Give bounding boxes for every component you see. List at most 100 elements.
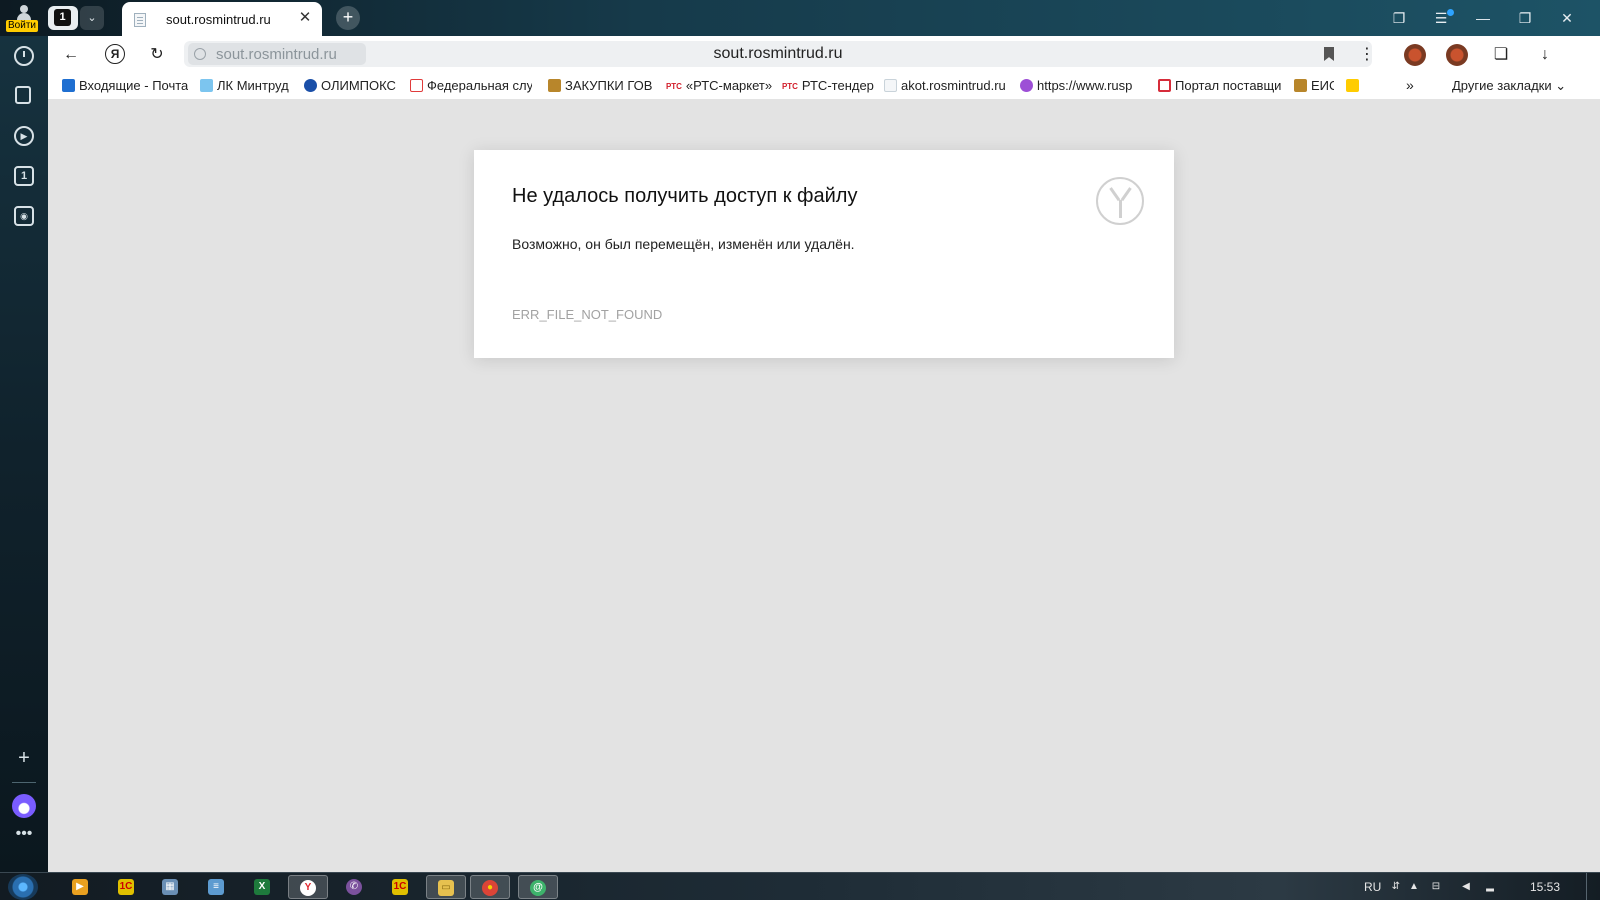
language-indicator[interactable]: RU <box>1364 880 1381 894</box>
olimpoks-icon <box>304 79 317 92</box>
keyboard-icon[interactable]: ⇵ <box>1390 881 1402 893</box>
bookmark-item[interactable]: ЛК Минтруд <box>200 78 296 96</box>
more-icon[interactable]: ••• <box>14 824 34 844</box>
page-icon <box>134 13 146 27</box>
browser-toolbar: ← Я ↻ sout.rosmintrud.ru sout.rosmintrud… <box>48 36 1600 72</box>
taskbar-app[interactable]: ▭ <box>426 875 466 899</box>
bookmark-item[interactable]: Федеральная слу <box>410 78 532 96</box>
federal-service-icon <box>410 79 423 92</box>
chrome-icon: ● <box>482 880 498 896</box>
more-bookmarks-icon[interactable]: » <box>1406 77 1414 93</box>
bookmarks-panel-icon[interactable]: ❐ <box>1386 8 1412 28</box>
close-icon[interactable]: ✕ <box>296 9 314 27</box>
volume-icon[interactable]: ◀ <box>1460 881 1472 893</box>
bookmark-item[interactable]: РТС РТС-тендер <box>782 78 874 96</box>
download-icon[interactable]: ↓ <box>1534 44 1556 66</box>
chevron-down-icon: ⌄ <box>1555 78 1567 93</box>
media-player-icon: ▶ <box>72 879 88 895</box>
yandex-browser-icon: Y <box>300 880 316 896</box>
add-panel-icon[interactable]: + <box>14 748 34 768</box>
page-icon <box>884 79 897 92</box>
rts-icon: РТС <box>666 82 682 91</box>
notepad-icon: ≡ <box>208 879 224 895</box>
other-bookmarks-button[interactable]: Другие закладки ⌄ <box>1452 78 1566 94</box>
login-button[interactable]: Войти <box>6 4 42 32</box>
active-tab[interactable]: sout.rosmintrud.ru ✕ <box>122 2 322 36</box>
tab-number-icon[interactable]: 1 <box>14 166 34 186</box>
show-hidden-icons-icon[interactable]: ▲ <box>1408 881 1420 893</box>
taskbar-app[interactable]: ▶ <box>60 875 100 899</box>
notification-dot <box>1447 9 1454 16</box>
taskbar-app-active[interactable]: Y <box>288 875 328 899</box>
taskbar-app[interactable]: 1С <box>106 875 146 899</box>
calculator-icon: ▦ <box>162 879 178 895</box>
error-card: Не удалось получить доступ к файлу Возмо… <box>474 150 1174 358</box>
new-tab-button[interactable]: + <box>336 6 360 30</box>
back-icon[interactable]: ← <box>60 44 82 66</box>
avatar-icon <box>17 4 31 20</box>
1c-enterprise-icon: 1С <box>392 879 408 895</box>
alice-assistant-icon[interactable] <box>12 794 36 818</box>
address-bar[interactable]: sout.rosmintrud.ru sout.rosmintrud.ru <box>184 41 1372 67</box>
bookmark-item[interactable]: Входящие - Почта <box>62 78 188 96</box>
portal-icon <box>1158 79 1171 92</box>
viber-icon: ✆ <box>346 879 362 895</box>
extension-icon[interactable] <box>1446 44 1468 66</box>
minimize-icon[interactable]: — <box>1470 8 1496 28</box>
taskbar-app[interactable]: ✆ <box>334 875 374 899</box>
error-code: ERR_FILE_NOT_FOUND <box>512 307 663 322</box>
taskbar-app[interactable]: 1С <box>380 875 420 899</box>
collections-icon[interactable] <box>15 86 31 104</box>
yandex-browser-logo-icon <box>1096 177 1144 225</box>
bookmark-item[interactable]: ЕИС <box>1294 78 1334 96</box>
error-title: Не удалось получить доступ к файлу <box>512 185 858 207</box>
restore-icon[interactable]: ❐ <box>1512 8 1538 28</box>
taskbar-app[interactable]: @ <box>518 875 558 899</box>
tab-title: sout.rosmintrud.ru <box>166 12 271 27</box>
tab-count: 1 <box>54 9 71 26</box>
sidebar-divider <box>12 782 36 783</box>
start-button[interactable] <box>8 874 38 900</box>
history-icon[interactable] <box>14 46 34 66</box>
clock[interactable]: 15:53 <box>1530 880 1560 894</box>
chevron-down-icon[interactable]: ⌄ <box>80 6 104 30</box>
page-content: Не удалось получить доступ к файлу Возмо… <box>48 100 1600 872</box>
yandex-home-icon[interactable]: Я <box>105 44 125 64</box>
show-desktop-button[interactable] <box>1586 873 1600 900</box>
mail-agent-icon: @ <box>530 880 546 896</box>
error-description: Возможно, он был перемещён, изменён или … <box>512 236 855 252</box>
taskbar-app[interactable]: X <box>242 875 282 899</box>
mail-icon <box>62 79 75 92</box>
sidebar: ▶ 1 ◉ + ••• <box>0 36 48 872</box>
bookmark-item[interactable] <box>1346 78 1364 96</box>
bookmark-item[interactable]: akot.rosmintrud.ru <box>884 78 1008 96</box>
bookmark-item[interactable]: https://www.rusp <box>1020 78 1144 96</box>
extension-icon[interactable] <box>1404 44 1426 66</box>
taskbar-app[interactable]: ▦ <box>150 875 190 899</box>
bookmark-item[interactable]: РТС «РТС-маркет» <box>666 78 772 96</box>
video-icon[interactable]: ▶ <box>14 126 34 146</box>
menu-icon[interactable]: ⋮ <box>1356 44 1378 66</box>
login-label: Войти <box>6 20 38 32</box>
tab-counter-button[interactable]: 1 <box>48 6 78 30</box>
mintrud-icon <box>200 79 213 92</box>
reload-icon[interactable]: ↻ <box>146 44 168 66</box>
screenshot-icon[interactable]: ◉ <box>14 206 34 226</box>
1c-icon: 1С <box>118 879 134 895</box>
video-bookmark-icon <box>1346 79 1359 92</box>
file-explorer-icon: ▭ <box>438 880 454 896</box>
signal-icon[interactable]: ▂ <box>1484 881 1496 893</box>
eagle-icon <box>548 79 561 92</box>
network-icon[interactable]: ⊟ <box>1430 881 1442 893</box>
bookmark-item[interactable]: ОЛИМПОКС <box>304 78 402 96</box>
bookmark-item[interactable]: ЗАКУПКИ ГОВ <box>548 78 656 96</box>
reading-list-icon[interactable]: ❏ <box>1490 44 1512 66</box>
bookmark-item[interactable]: Портал поставщи <box>1158 78 1282 96</box>
notifications-icon[interactable]: ☰ <box>1428 8 1454 28</box>
address-title: sout.rosmintrud.ru <box>713 45 843 62</box>
window-close-icon[interactable]: ✕ <box>1554 8 1580 28</box>
bookmarks-bar: Входящие - Почта ЛК Минтруд ОЛИМПОКС Фед… <box>48 72 1600 100</box>
taskbar-app[interactable]: ● <box>470 875 510 899</box>
taskbar-app[interactable]: ≡ <box>196 875 236 899</box>
tab-strip: Войти 1 ⌄ sout.rosmintrud.ru ✕ + ❐ ☰ — ❐… <box>0 0 1600 36</box>
